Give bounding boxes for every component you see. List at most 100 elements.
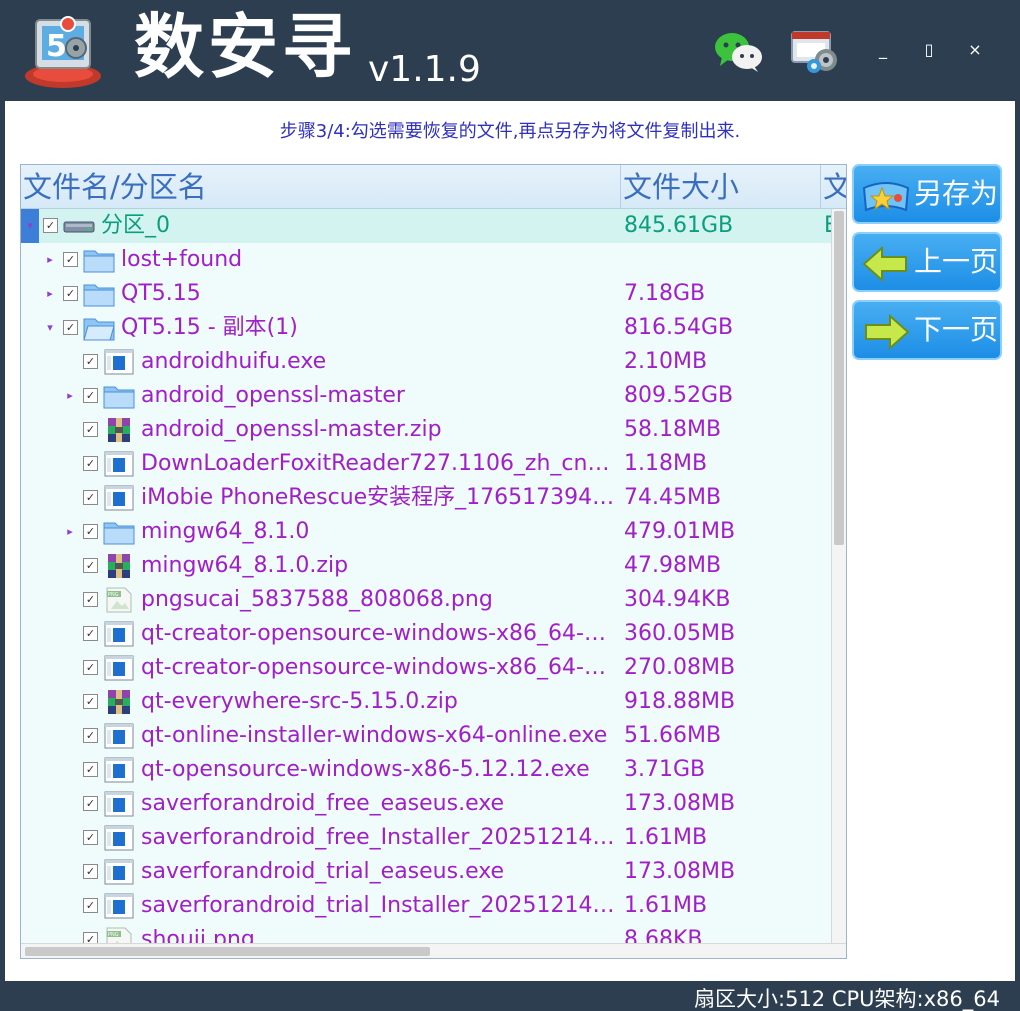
minimize-button[interactable]: _ <box>868 36 898 64</box>
vertical-scroll-thumb[interactable] <box>834 211 844 545</box>
row-name: android_openssl-master.zip <box>141 417 442 442</box>
tree-row[interactable]: ▾ ✓ QT5.15 - 副本(1) 816.54GB <box>21 311 831 345</box>
row-checkbox[interactable]: ✓ <box>83 864 98 879</box>
row-checkbox[interactable]: ✓ <box>83 796 98 811</box>
settings-icon[interactable] <box>790 28 840 74</box>
tree-row[interactable]: ✓ DownLoaderFoxitReader727.1106_zh_cn_… 1.… <box>21 447 831 481</box>
row-checkbox[interactable]: ✓ <box>83 626 98 641</box>
tree-row[interactable]: ✓ saverforandroid_free_Installer_20251214… <box>21 821 831 855</box>
exe-icon <box>103 723 135 749</box>
tree-row-partition[interactable]: ▾ ✓ 分区_0 845.61GB E <box>21 209 831 243</box>
tree-header: 文件名/分区名 文件大小 文 <box>21 165 846 209</box>
collapse-arrow-icon[interactable]: ▾ <box>21 209 39 243</box>
file-tree[interactable]: 文件名/分区名 文件大小 文 ▾ ✓ 分区_0 845.61GB E ▸ ✓ lost+fou… <box>20 164 847 959</box>
title-bar: 5 数安寻 v1.1.9 _ ▯ × <box>0 0 1020 100</box>
row-name: QT5.15 - 副本(1) <box>121 315 298 340</box>
row-size: 47.98MB <box>624 553 722 578</box>
row-size: 51.66MB <box>624 723 722 748</box>
row-checkbox[interactable]: ✓ <box>63 286 78 301</box>
row-checkbox[interactable]: ✓ <box>83 898 98 913</box>
tree-row[interactable]: ✓ qt-creator-opensource-windows-x86_64-1…… <box>21 617 831 651</box>
tree-row[interactable]: ✓ qt-opensource-windows-x86-5.12.12.exe 3.… <box>21 753 831 787</box>
tree-row[interactable]: ✓ saverforandroid_trial_Installer_2025121… <box>21 889 831 923</box>
tree-row[interactable]: ✓ androidhuifu.exe 2.10MB <box>21 345 831 379</box>
next-page-label: 下一页 <box>914 313 999 346</box>
row-checkbox[interactable]: ✓ <box>83 388 98 403</box>
row-checkbox[interactable]: ✓ <box>43 218 58 233</box>
column-header-size[interactable]: 文件大小 <box>621 165 821 209</box>
status-text: 扇区大小:512 CPU架构:x86_64 <box>694 987 1000 1011</box>
row-checkbox[interactable]: ✓ <box>63 320 78 335</box>
close-button[interactable]: × <box>960 36 990 64</box>
expand-arrow-icon[interactable]: ▸ <box>61 379 79 413</box>
tree-row[interactable]: ▸ ✓ mingw64_8.1.0 479.01MB <box>21 515 831 549</box>
svg-text:5: 5 <box>46 29 67 64</box>
horizontal-scroll-thumb[interactable] <box>25 947 430 956</box>
prev-page-button[interactable]: 上一页 <box>852 232 1002 292</box>
row-name: QT5.15 <box>121 281 201 306</box>
row-checkbox[interactable]: ✓ <box>83 694 98 709</box>
expand-arrow-icon[interactable]: ▸ <box>41 277 59 311</box>
prev-page-label: 上一页 <box>914 245 999 278</box>
zip-icon <box>103 689 135 715</box>
save-as-button[interactable]: 另存为 <box>852 164 1002 224</box>
column-header-name[interactable]: 文件名/分区名 <box>21 165 621 209</box>
png-icon: PNG <box>103 587 135 613</box>
row-checkbox[interactable]: ✓ <box>83 456 98 471</box>
row-checkbox[interactable]: ✓ <box>83 728 98 743</box>
tree-row[interactable]: ▸ ✓ QT5.15 7.18GB <box>21 277 831 311</box>
tree-row[interactable]: ✓ qt-creator-opensource-windows-x86_64-8…… <box>21 651 831 685</box>
tree-row[interactable]: ✓ PNG shouji.png 8.68KB <box>21 923 831 943</box>
app-logo-icon: 5 <box>25 16 101 88</box>
row-checkbox[interactable]: ✓ <box>83 932 98 943</box>
tree-row[interactable]: ✓ saverforandroid_free_easeus.exe 173.08MB <box>21 787 831 821</box>
row-name: saverforandroid_free_Installer_20251214.… <box>141 825 619 850</box>
tree-row[interactable]: ✓ qt-everywhere-src-5.15.0.zip 918.88MB <box>21 685 831 719</box>
expand-arrow-icon[interactable]: ▸ <box>41 243 59 277</box>
vertical-scrollbar[interactable] <box>831 209 846 943</box>
tree-row[interactable]: ▸ ✓ android_openssl-master 809.52GB <box>21 379 831 413</box>
tree-rows: ▾ ✓ 分区_0 845.61GB E ▸ ✓ lost+found ▸ ✓ QT5.15 7.18G… <box>21 209 831 943</box>
png-icon: PNG <box>103 927 135 943</box>
collapse-arrow-icon[interactable]: ▾ <box>41 311 59 345</box>
zip-icon <box>103 553 135 579</box>
row-checkbox[interactable]: ✓ <box>83 762 98 777</box>
tree-row[interactable]: ✓ saverforandroid_trial_easeus.exe 173.08M… <box>21 855 831 889</box>
row-name: qt-creator-opensource-windows-x86_64-1… <box>141 621 619 646</box>
row-size: 173.08MB <box>624 859 736 884</box>
tree-row[interactable]: ▸ ✓ lost+found <box>21 243 831 277</box>
row-checkbox[interactable]: ✓ <box>83 660 98 675</box>
horizontal-scrollbar[interactable] <box>21 943 846 958</box>
row-size: 7.18GB <box>624 281 706 306</box>
tree-row[interactable]: ✓ android_openssl-master.zip 58.18MB <box>21 413 831 447</box>
exe-icon <box>103 485 135 511</box>
row-name: DownLoaderFoxitReader727.1106_zh_cn_… <box>141 451 619 476</box>
row-checkbox[interactable]: ✓ <box>83 354 98 369</box>
column-header-extra[interactable]: 文 <box>821 165 846 209</box>
wechat-icon[interactable] <box>714 30 764 72</box>
tree-row[interactable]: ✓ mingw64_8.1.0.zip 47.98MB <box>21 549 831 583</box>
row-checkbox[interactable]: ✓ <box>83 490 98 505</box>
row-checkbox[interactable]: ✓ <box>83 592 98 607</box>
folder-icon <box>83 247 115 273</box>
row-checkbox[interactable]: ✓ <box>83 524 98 539</box>
row-name: saverforandroid_trial_easeus.exe <box>141 859 505 884</box>
row-size: 1.61MB <box>624 825 708 850</box>
expand-arrow-icon[interactable]: ▸ <box>61 515 79 549</box>
maximize-button[interactable]: ▯ <box>914 36 944 64</box>
row-checkbox[interactable]: ✓ <box>63 252 78 267</box>
next-page-button[interactable]: 下一页 <box>852 300 1002 360</box>
row-checkbox[interactable]: ✓ <box>83 558 98 573</box>
svg-text:PNG: PNG <box>108 932 119 938</box>
arrow-left-icon <box>862 246 907 282</box>
row-checkbox[interactable]: ✓ <box>83 422 98 437</box>
tree-row[interactable]: ✓ iMobie PhoneRescue安装程序_176517394… 74.45M… <box>21 481 831 515</box>
tree-row[interactable]: ✓ PNG pngsucai_5837588_808068.png 304.94KB <box>21 583 831 617</box>
tree-row[interactable]: ✓ qt-online-installer-windows-x64-online.… <box>21 719 831 753</box>
row-checkbox[interactable]: ✓ <box>83 830 98 845</box>
